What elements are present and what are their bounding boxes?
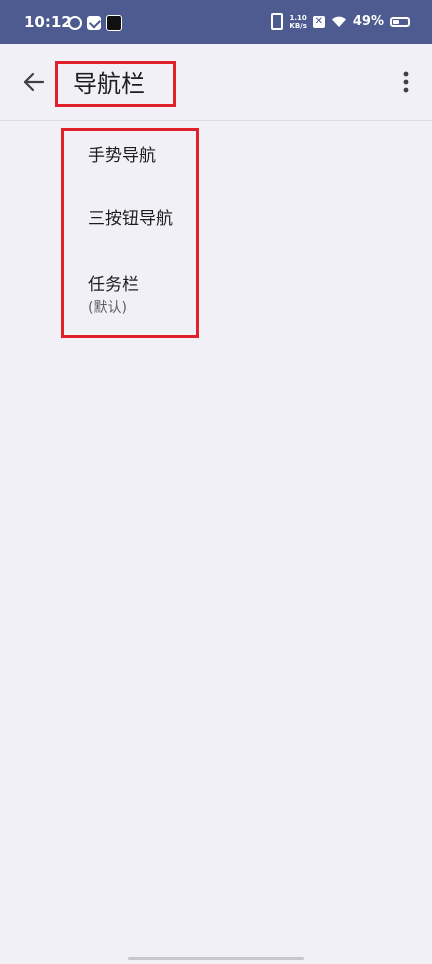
navigation-options-list: 手势导航 三按钮导航 任务栏 (默认) bbox=[61, 128, 199, 338]
more-options-button[interactable] bbox=[396, 68, 416, 96]
page-title: 导航栏 bbox=[55, 61, 176, 107]
status-time: 10:12 bbox=[24, 13, 72, 31]
mail-app-icon bbox=[87, 16, 101, 30]
home-indicator[interactable] bbox=[128, 957, 304, 960]
vibrate-icon bbox=[271, 13, 284, 30]
status-bar: 10:12 1.10 KB/s ✕ 49% bbox=[0, 0, 432, 44]
option-taskbar[interactable]: 任务栏 bbox=[88, 274, 139, 296]
sync-app-icon bbox=[68, 16, 82, 30]
option-gesture-navigation[interactable]: 手势导航 bbox=[88, 145, 156, 167]
network-speed-unit: KB/s bbox=[289, 21, 307, 30]
tiktok-app-icon bbox=[106, 15, 122, 31]
back-arrow-icon bbox=[23, 72, 45, 92]
battery-level-fill bbox=[393, 19, 399, 24]
wifi-icon bbox=[331, 16, 346, 27]
no-sim-icon: ✕ bbox=[312, 15, 325, 28]
back-button[interactable] bbox=[18, 66, 50, 98]
option-three-button-navigation[interactable]: 三按钮导航 bbox=[88, 208, 173, 230]
app-bar: 导航栏 bbox=[0, 44, 432, 121]
network-speed-value: 1.10 bbox=[289, 13, 307, 22]
notification-icons bbox=[68, 15, 122, 31]
status-indicators: 1.10 KB/s ✕ 49% bbox=[271, 13, 410, 30]
battery-icon bbox=[390, 16, 410, 27]
more-vert-icon bbox=[403, 71, 409, 93]
option-taskbar-default-note: (默认) bbox=[88, 300, 127, 316]
battery-percent: 49% bbox=[352, 14, 384, 29]
network-speed: 1.10 KB/s bbox=[289, 14, 306, 30]
